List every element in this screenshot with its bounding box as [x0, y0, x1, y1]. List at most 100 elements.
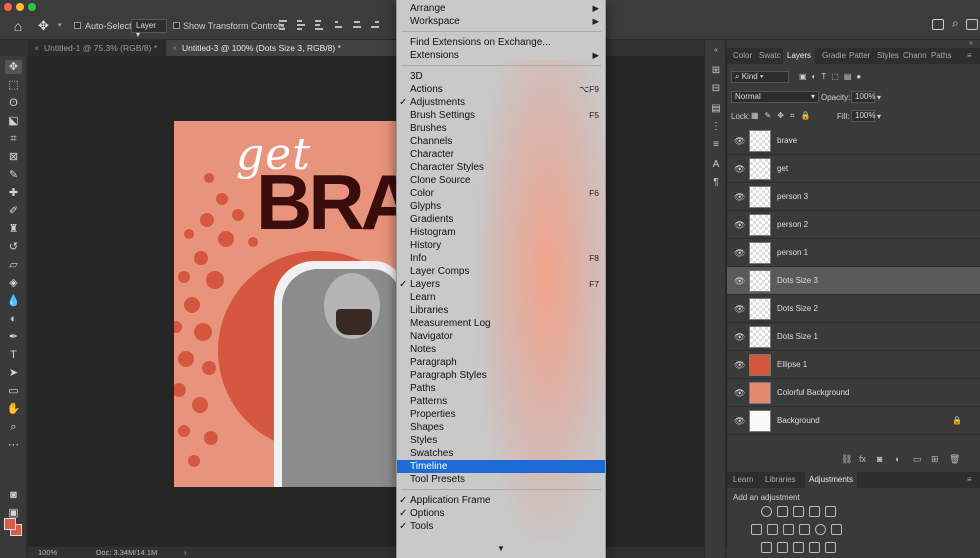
pen-tool-icon[interactable]: ✒ — [5, 330, 22, 344]
menu-item-notes[interactable]: Notes — [397, 343, 605, 356]
eyedropper-tool-icon[interactable]: ✎ — [5, 168, 22, 182]
menu-item-navigator[interactable]: Navigator — [397, 330, 605, 343]
screen-mode-icon[interactable]: ▣ — [5, 506, 22, 520]
visibility-eye-icon[interactable]: 👁 — [734, 332, 745, 343]
lock-icon[interactable]: 🔒 — [952, 416, 962, 425]
new-group-icon[interactable]: ▭ — [913, 454, 922, 465]
layer-style-icon[interactable]: fx — [859, 454, 866, 464]
align-right-icon[interactable] — [370, 19, 380, 31]
visibility-eye-icon[interactable]: 👁 — [734, 164, 745, 175]
menu-item-patterns[interactable]: Patterns — [397, 395, 605, 408]
panel-menu-icon[interactable]: ≡ — [967, 48, 972, 64]
layer-row[interactable]: 👁 person 1 — [727, 239, 980, 267]
align-vertical-center-icon[interactable] — [296, 19, 306, 31]
zoom-level[interactable]: 100% — [38, 548, 57, 557]
menu-item-tool-presets[interactable]: Tool Presets — [397, 473, 605, 486]
blur-tool-icon[interactable]: 💧 — [5, 294, 22, 308]
adjustment-layer-icon[interactable]: ◐ — [895, 454, 900, 464]
tab-gradients[interactable]: Gradie — [822, 48, 846, 64]
transform-controls-checkbox[interactable] — [173, 22, 180, 29]
visibility-eye-icon[interactable]: 👁 — [734, 248, 745, 259]
adjust-panel-icon[interactable]: ⋮ — [709, 120, 723, 134]
lock-icons[interactable]: ▦✎✥⌗🔒 — [751, 111, 816, 121]
align-top-icon[interactable] — [278, 19, 288, 31]
filter-kind-dropdown[interactable]: ⌕ Kind ▾ — [731, 71, 789, 83]
blend-mode-dropdown[interactable]: Normal ▾ — [731, 91, 819, 103]
properties-panel-icon[interactable]: ⊟ — [709, 82, 723, 96]
tab-patterns[interactable]: Patter — [849, 48, 870, 64]
visibility-eye-icon[interactable]: 👁 — [734, 276, 745, 287]
menu-item-channels[interactable]: Channels — [397, 135, 605, 148]
minimize-window-button[interactable] — [16, 3, 24, 11]
menu-item-find-extensions-on-exchange[interactable]: Find Extensions on Exchange... — [397, 36, 605, 49]
path-selection-tool-icon[interactable]: ➤ — [5, 366, 22, 380]
paragraph-panel-icon[interactable]: ¶ — [709, 176, 723, 190]
zoom-window-button[interactable] — [28, 3, 36, 11]
menu-item-arrange[interactable]: Arrange ▶ — [397, 2, 605, 15]
layer-row[interactable]: 👁 Colorful Background — [727, 379, 980, 407]
menu-item-swatches[interactable]: Swatches — [397, 447, 605, 460]
chevron-down-icon[interactable]: ▾ — [58, 21, 62, 29]
collapse-icon[interactable]: » — [969, 40, 973, 47]
align-horizontal-center-icon[interactable] — [352, 19, 362, 31]
fill-input[interactable]: 100% — [851, 110, 875, 122]
clone-stamp-tool-icon[interactable]: ♜ — [5, 222, 22, 236]
menu-item-color[interactable]: Color F6 — [397, 187, 605, 200]
crop-tool-icon[interactable]: ⌗ — [5, 132, 22, 146]
tab-color[interactable]: Color — [733, 48, 752, 64]
curves-icon[interactable] — [793, 506, 804, 517]
tab-paths[interactable]: Paths — [931, 48, 951, 64]
close-tab-icon[interactable]: × — [34, 43, 39, 53]
layer-row-selected[interactable]: 👁 Dots Size 3 — [727, 267, 980, 295]
workspace-icon[interactable] — [966, 19, 978, 30]
tab-untitled-1[interactable]: × Untitled-1 @ 75.3% (RGB/8) * — [28, 40, 164, 56]
visibility-eye-icon[interactable]: 👁 — [734, 360, 745, 371]
tab-channels[interactable]: Chann — [903, 48, 927, 64]
artboard[interactable]: BRA get — [174, 121, 396, 487]
brightness-icon[interactable] — [761, 506, 772, 517]
menu-item-character-styles[interactable]: Character Styles — [397, 161, 605, 174]
channel-mixer-icon[interactable] — [815, 524, 826, 535]
chevron-down-icon[interactable]: ▾ — [877, 112, 881, 121]
posterize-icon[interactable] — [777, 542, 788, 553]
photo-filter-icon[interactable] — [799, 524, 810, 535]
more-tools-icon[interactable]: ⋯ — [5, 438, 22, 452]
menu-item-learn[interactable]: Learn — [397, 291, 605, 304]
chevron-right-icon[interactable]: › — [184, 548, 187, 557]
menu-item-layer-comps[interactable]: Layer Comps — [397, 265, 605, 278]
invert-icon[interactable] — [761, 542, 772, 553]
document-info[interactable]: Doc: 3.34M/14.1M — [96, 548, 157, 557]
menu-item-options[interactable]: ✓ Options — [397, 507, 605, 520]
healing-brush-tool-icon[interactable]: ✚ — [5, 186, 22, 200]
menu-item-paragraph-styles[interactable]: Paragraph Styles — [397, 369, 605, 382]
menu-item-3d[interactable]: 3D — [397, 70, 605, 83]
chevron-down-icon[interactable]: ▾ — [877, 93, 881, 102]
marquee-tool-icon[interactable]: ⬚ — [5, 78, 22, 92]
scroll-down-arrow-icon[interactable]: ▼ — [497, 544, 505, 553]
layer-row[interactable]: 👁 Background 🔒 — [727, 407, 980, 435]
close-tab-icon[interactable]: × — [172, 43, 177, 53]
tab-adjustments[interactable]: Adjustments — [805, 472, 858, 488]
menu-item-paragraph[interactable]: Paragraph — [397, 356, 605, 369]
libraries-panel-icon[interactable]: ▤ — [709, 102, 723, 116]
zoom-tool-icon[interactable]: ⌕ — [5, 420, 22, 434]
menu-item-character[interactable]: Character — [397, 148, 605, 161]
menu-item-brushes[interactable]: Brushes — [397, 122, 605, 135]
visibility-eye-icon[interactable]: 👁 — [734, 388, 745, 399]
visibility-eye-icon[interactable]: 👁 — [734, 136, 745, 147]
move-tool-icon[interactable]: ✥ — [38, 18, 49, 34]
visibility-eye-icon[interactable]: 👁 — [734, 192, 745, 203]
menu-item-extensions[interactable]: Extensions ▶ — [397, 49, 605, 62]
frame-tool-icon[interactable]: ⊠ — [5, 150, 22, 164]
panel-menu-icon[interactable]: ≡ — [967, 472, 972, 488]
menu-item-timeline[interactable]: Timeline — [397, 460, 605, 473]
visibility-eye-icon[interactable]: 👁 — [734, 304, 745, 315]
tab-libraries[interactable]: Libraries — [765, 472, 796, 488]
type-tool-icon[interactable]: T — [5, 348, 22, 362]
tab-swatches[interactable]: Swatc — [759, 48, 781, 64]
auto-select-dropdown[interactable]: Layer ▾ — [131, 19, 167, 39]
filter-icons[interactable]: ▣◐T⬚▤● — [799, 72, 866, 81]
menu-item-properties[interactable]: Properties — [397, 408, 605, 421]
color-balance-icon[interactable] — [767, 524, 778, 535]
menu-item-shapes[interactable]: Shapes — [397, 421, 605, 434]
